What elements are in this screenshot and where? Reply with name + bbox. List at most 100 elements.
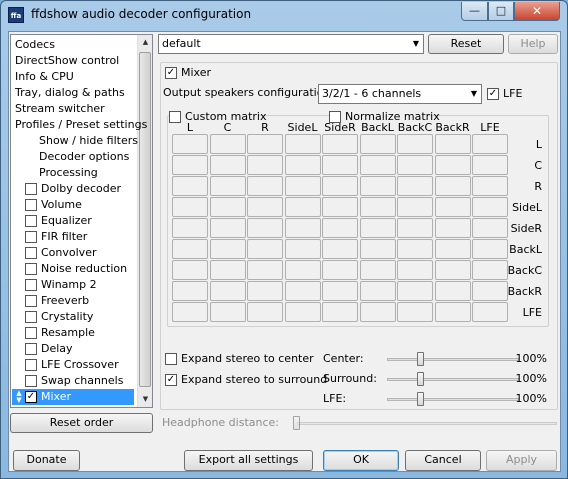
matrix-cell[interactable] <box>209 218 246 238</box>
tree-item[interactable]: Noise reduction <box>25 261 133 277</box>
scroll-down-icon[interactable]: ▼ <box>138 392 152 407</box>
filter-tree[interactable]: ▲ ▼ Codecs DirectShow control Info & CPU Tr… <box>10 34 153 408</box>
tree-scrollbar[interactable]: ▲ ▼ <box>137 35 152 407</box>
matrix-cell[interactable] <box>397 197 433 217</box>
tree-item[interactable]: Convolver <box>25 245 133 261</box>
matrix-cell[interactable] <box>172 176 208 196</box>
matrix-cell[interactable] <box>359 218 396 238</box>
matrix-cell[interactable] <box>434 302 471 322</box>
matrix-cell[interactable] <box>284 218 321 238</box>
matrix-cell[interactable] <box>434 218 471 238</box>
matrix-cell[interactable] <box>172 218 208 238</box>
checkbox-box[interactable] <box>25 327 37 339</box>
checkbox-box[interactable] <box>25 263 37 275</box>
tree-item[interactable]: Winamp 2 <box>25 277 133 293</box>
matrix-cell[interactable] <box>434 260 471 280</box>
tree-item[interactable]: Equalizer <box>25 213 133 229</box>
checkbox-box[interactable] <box>25 359 37 371</box>
maximize-button[interactable]: □ <box>488 2 514 21</box>
matrix-cell[interactable] <box>397 281 433 301</box>
matrix-cell[interactable] <box>247 239 283 259</box>
matrix-cell[interactable] <box>359 281 396 301</box>
check-icon[interactable]: ✓ <box>25 391 37 403</box>
matrix-cell[interactable] <box>434 239 471 259</box>
matrix-cell[interactable] <box>172 155 208 175</box>
slider-thumb[interactable] <box>417 352 424 366</box>
close-button[interactable]: ✕ <box>514 2 560 21</box>
tree-item[interactable]: Tray, dialog & paths <box>15 85 125 101</box>
matrix-cell[interactable] <box>397 134 433 154</box>
matrix-cell[interactable] <box>359 134 396 154</box>
matrix-cell[interactable] <box>284 197 321 217</box>
matrix-cell[interactable] <box>209 155 246 175</box>
checkbox-box[interactable] <box>25 343 37 355</box>
tree-item[interactable]: Processing <box>39 165 98 181</box>
matrix-cell[interactable] <box>322 281 358 301</box>
headphone-distance-track[interactable] <box>297 422 557 425</box>
headphone-distance-thumb[interactable] <box>293 416 300 430</box>
minimize-button[interactable]: — <box>461 2 488 21</box>
matrix-cell[interactable] <box>172 134 208 154</box>
donate-button[interactable]: Donate <box>13 450 80 471</box>
matrix-cell[interactable] <box>284 260 321 280</box>
matrix-cell[interactable] <box>247 134 283 154</box>
slider-track[interactable] <box>387 378 519 381</box>
checkbox-box[interactable] <box>25 199 37 211</box>
checkbox-box[interactable] <box>25 183 37 195</box>
tree-item[interactable]: Stream switcher <box>15 101 105 117</box>
matrix-cell[interactable] <box>284 239 321 259</box>
matrix-cell[interactable] <box>209 260 246 280</box>
matrix-cell[interactable] <box>322 218 358 238</box>
tree-item[interactable]: LFE Crossover <box>25 357 133 373</box>
matrix-cell[interactable] <box>209 281 246 301</box>
tree-item[interactable]: Show / hide filters <box>39 133 138 149</box>
matrix-cell[interactable] <box>322 134 358 154</box>
tree-item[interactable]: DirectShow control <box>15 53 119 69</box>
export-settings-button[interactable]: Export all settings <box>184 450 313 471</box>
matrix-cell[interactable] <box>209 197 246 217</box>
matrix-cell[interactable] <box>322 197 358 217</box>
matrix-cell[interactable] <box>247 302 283 322</box>
reset-button[interactable]: Reset <box>428 34 504 54</box>
matrix-cell[interactable] <box>397 176 433 196</box>
tree-item[interactable]: Volume <box>25 197 133 213</box>
reset-order-button[interactable]: Reset order <box>10 413 153 433</box>
scroll-thumb[interactable] <box>139 52 151 387</box>
matrix-cell[interactable] <box>322 239 358 259</box>
matrix-cell[interactable] <box>209 239 246 259</box>
matrix-cell[interactable] <box>209 302 246 322</box>
matrix-cell[interactable] <box>172 239 208 259</box>
matrix-cell[interactable] <box>322 260 358 280</box>
slider-thumb[interactable] <box>417 392 424 406</box>
tree-item[interactable]: Dolby decoder <box>25 181 133 197</box>
matrix-cell[interactable] <box>247 260 283 280</box>
tree-item[interactable]: Delay <box>25 341 133 357</box>
tree-item[interactable]: Profiles / Preset settings <box>15 117 147 133</box>
matrix-cell[interactable] <box>247 281 283 301</box>
slider-track[interactable] <box>387 398 519 401</box>
matrix-cell[interactable] <box>247 155 283 175</box>
checkbox-box[interactable] <box>25 247 37 259</box>
checkbox-box[interactable] <box>25 295 37 307</box>
checkbox-box[interactable] <box>25 279 37 291</box>
matrix-cell[interactable] <box>172 197 208 217</box>
matrix-cell[interactable] <box>359 239 396 259</box>
matrix-cell[interactable] <box>172 260 208 280</box>
move-updown-icon[interactable]: ▲ ▼ <box>14 390 24 404</box>
matrix-cell[interactable] <box>284 176 321 196</box>
matrix-cell[interactable] <box>397 260 433 280</box>
tree-item[interactable]: Swap channels <box>25 373 133 389</box>
matrix-cell[interactable] <box>247 218 283 238</box>
matrix-cell[interactable] <box>359 176 396 196</box>
matrix-cell[interactable] <box>247 176 283 196</box>
matrix-cell[interactable] <box>434 281 471 301</box>
tree-item[interactable]: Codecs <box>15 37 55 53</box>
output-speakers-select[interactable]: 3/2/1 - 6 channels ▼ <box>318 84 482 104</box>
matrix-cell[interactable] <box>322 176 358 196</box>
tree-item[interactable]: Freeverb <box>25 293 133 309</box>
matrix-cell[interactable] <box>172 281 208 301</box>
tree-item[interactable]: ✓ ▲ ▼ Mixer <box>12 389 134 405</box>
matrix-cell[interactable] <box>209 134 246 154</box>
matrix-cell[interactable] <box>359 155 396 175</box>
matrix-cell[interactable] <box>397 302 433 322</box>
